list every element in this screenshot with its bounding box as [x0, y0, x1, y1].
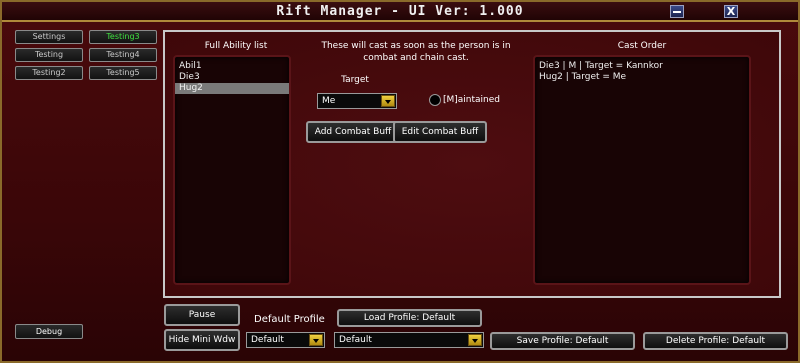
profile-select-value: Default [339, 335, 372, 345]
list-item[interactable]: Die3 [175, 72, 289, 83]
target-value: Me [322, 96, 336, 106]
add-combat-buff-button[interactable]: Add Combat Buff [306, 121, 400, 143]
sidebar-tab-testing[interactable]: Testing [15, 48, 83, 62]
chevron-down-icon[interactable] [381, 95, 395, 107]
list-item[interactable]: Die3 | M | Target = Kannkor [535, 61, 749, 72]
hide-mini-window-button[interactable]: Hide Mini Wdw [164, 329, 240, 351]
info-text-line2: combat and chain cast. [363, 53, 469, 63]
info-text-line1: These will cast as soon as the person is… [321, 41, 511, 51]
list-item[interactable]: Abil1 [175, 61, 289, 72]
sidebar-tab-settings[interactable]: Settings [15, 30, 83, 44]
rift-manager-window: Rift Manager - UI Ver: 1.000 X Settings … [0, 0, 800, 363]
chevron-down-icon[interactable] [309, 334, 323, 346]
full-ability-list[interactable]: Abil1 Die3 Hug2 [173, 55, 291, 285]
cast-order-list[interactable]: Die3 | M | Target = Kannkor Hug2 | Targe… [533, 55, 751, 285]
target-label: Target [341, 75, 369, 85]
sidebar-tab-testing4[interactable]: Testing4 [89, 48, 157, 62]
main-panel: Full Ability list Abil1 Die3 Hug2 These … [163, 30, 781, 298]
default-profile-label: Default Profile [254, 314, 325, 325]
profile-select-dropdown[interactable]: Default [334, 332, 484, 348]
load-profile-button[interactable]: Load Profile: Default [337, 309, 482, 327]
close-icon[interactable]: X [724, 5, 738, 18]
delete-profile-button[interactable]: Delete Profile: Default [643, 332, 788, 350]
maintained-radio[interactable] [429, 94, 441, 106]
list-item-selected[interactable]: Hug2 [175, 83, 289, 94]
sidebar-tab-testing3[interactable]: Testing3 [89, 30, 157, 44]
target-dropdown[interactable]: Me [317, 93, 397, 109]
debug-button[interactable]: Debug [15, 324, 83, 339]
maintained-label: [M]aintained [443, 95, 501, 105]
title-bar[interactable]: Rift Manager - UI Ver: 1.000 X [2, 2, 798, 22]
default-profile-value: Default [251, 335, 284, 345]
list-item[interactable]: Hug2 | Target = Me [535, 72, 749, 83]
full-ability-list-title: Full Ability list [204, 41, 268, 51]
edit-combat-buff-button[interactable]: Edit Combat Buff [393, 121, 487, 143]
minimize-icon[interactable] [670, 5, 684, 18]
save-profile-button[interactable]: Save Profile: Default [490, 332, 635, 350]
sidebar-tab-testing2[interactable]: Testing2 [15, 66, 83, 80]
chevron-down-icon[interactable] [468, 334, 482, 346]
cast-order-title: Cast Order [617, 41, 667, 51]
default-profile-dropdown[interactable]: Default [246, 332, 325, 348]
pause-button[interactable]: Pause [164, 304, 240, 326]
sidebar-tab-testing5[interactable]: Testing5 [89, 66, 157, 80]
